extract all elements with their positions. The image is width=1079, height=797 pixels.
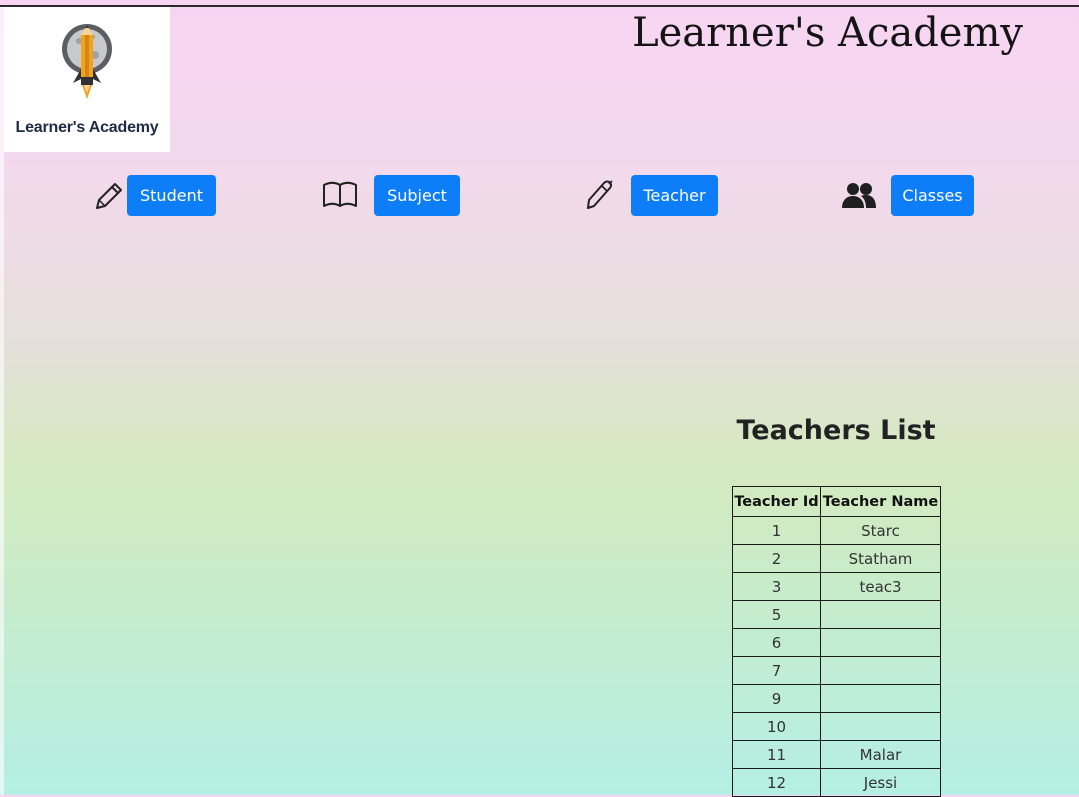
teacher-name-cell: teac3 (820, 572, 941, 601)
teacher-name-cell (820, 600, 941, 629)
rocket-logo-icon (62, 24, 112, 99)
teacher-name-cell (820, 684, 941, 713)
teacher-id-cell: 12 (732, 768, 821, 797)
logo[interactable]: Learner's Academy (4, 7, 170, 152)
logo-text: Learner's Academy (15, 119, 159, 136)
teacher-name-cell: Jessi (820, 768, 941, 797)
table-row: 5 (732, 600, 941, 629)
teacher-name-cell: Statham (820, 544, 941, 573)
table-header-row: Teacher Id Teacher Name (732, 486, 941, 517)
table-row: 3 teac3 (732, 572, 941, 601)
table-row: 9 (732, 684, 941, 713)
teacher-name-cell (820, 628, 941, 657)
table-row: 7 (732, 656, 941, 685)
people-icon (842, 183, 876, 208)
table-row: 1 Starc (732, 516, 941, 545)
teacher-id-cell: 11 (732, 740, 821, 769)
header-teacher-id: Teacher Id (732, 486, 821, 517)
table-row: 12 Jessi (732, 768, 941, 797)
subject-button[interactable]: Subject (374, 175, 460, 216)
table-row: 2 Statham (732, 544, 941, 573)
teacher-name-cell: Malar (820, 740, 941, 769)
teacher-name-cell (820, 712, 941, 741)
teacher-id-cell: 7 (732, 656, 821, 685)
teacher-id-cell: 1 (732, 516, 821, 545)
table-row: 6 (732, 628, 941, 657)
teacher-id-cell: 10 (732, 712, 821, 741)
table-row: 10 (732, 712, 941, 741)
student-button[interactable]: Student (127, 175, 216, 216)
teacher-id-cell: 6 (732, 628, 821, 657)
site-title: Learner's Academy (632, 10, 1023, 56)
teacher-id-cell: 5 (732, 600, 821, 629)
teacher-name-cell (820, 656, 941, 685)
teacher-id-cell: 3 (732, 572, 821, 601)
table-row: 11 Malar (732, 740, 941, 769)
teacher-name-cell: Starc (820, 516, 941, 545)
classes-button[interactable]: Classes (891, 175, 974, 216)
teacher-id-cell: 9 (732, 684, 821, 713)
pencil-icon (96, 183, 122, 209)
teacher-button[interactable]: Teacher (631, 175, 718, 216)
pen-icon (587, 180, 613, 209)
teachers-table: Teacher Id Teacher Name 1 Starc 2 Statham … (732, 486, 941, 797)
teacher-id-cell: 2 (732, 544, 821, 573)
header-teacher-name: Teacher Name (820, 486, 941, 517)
teachers-list-title: Teachers List (736, 415, 936, 446)
book-icon (323, 181, 357, 207)
